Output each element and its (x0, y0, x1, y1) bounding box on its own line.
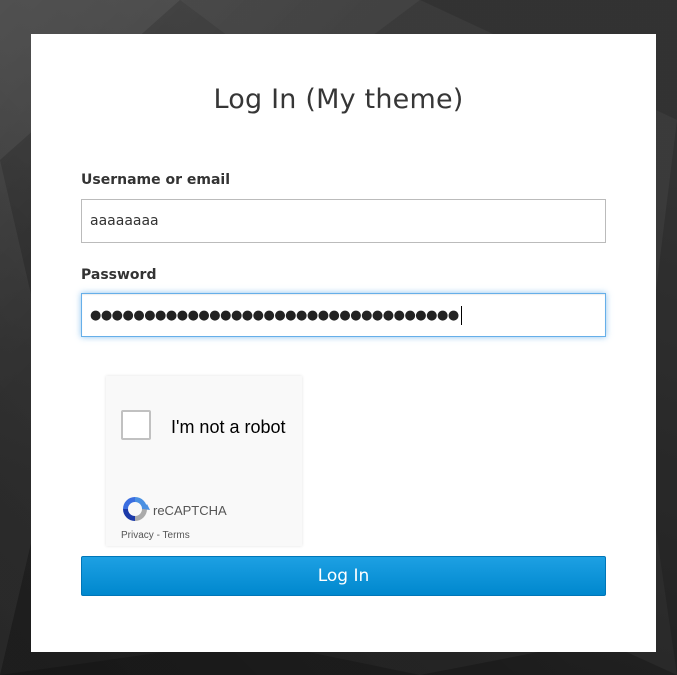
recaptcha-widget: I'm not a robot reCAPTCHA Privacy - Term… (106, 376, 302, 546)
login-button-label: Log In (317, 566, 370, 586)
recaptcha-privacy-link[interactable]: Privacy (121, 530, 154, 541)
username-value: aaaaaaaa (90, 213, 159, 229)
recaptcha-links: Privacy - Terms (121, 530, 190, 541)
recaptcha-logo-icon (123, 497, 150, 521)
recaptcha-link-separator: - (153, 530, 163, 541)
page-title: Log In (My theme) (213, 84, 464, 115)
login-button[interactable]: Log In (81, 556, 606, 596)
username-label: Username or email (81, 172, 230, 188)
password-input[interactable]: ●●●●●●●●●●●●●●●●●●●●●●●●●●●●●●●●●● (81, 293, 606, 337)
recaptcha-checkbox[interactable] (121, 410, 151, 440)
recaptcha-brand: reCAPTCHA (153, 503, 227, 518)
text-caret (460, 305, 462, 325)
password-label: Password (81, 267, 157, 283)
recaptcha-terms-link[interactable]: Terms (163, 530, 190, 541)
password-mask: ●●●●●●●●●●●●●●●●●●●●●●●●●●●●●●●●●● (90, 307, 459, 323)
username-input[interactable]: aaaaaaaa (81, 199, 606, 243)
recaptcha-checkbox-label: I'm not a robot (171, 417, 286, 437)
